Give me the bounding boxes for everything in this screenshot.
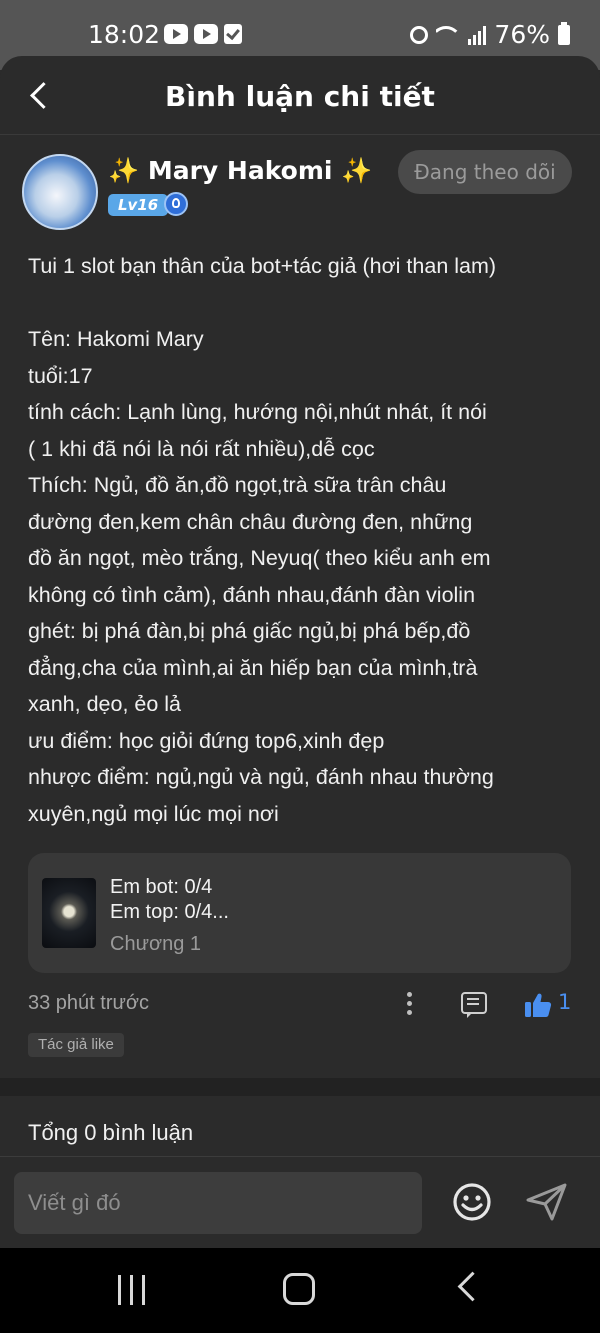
comment-meta: 33 phút trước 1 — [28, 986, 573, 1026]
chapter-card[interactable]: Em bot: 0/4 Em top: 0/4... Chương 1 — [28, 853, 571, 973]
more-icon[interactable] — [406, 992, 414, 1018]
status-time: 18:02 — [88, 20, 161, 49]
notification-icons — [164, 24, 242, 44]
checkbox-icon — [224, 24, 242, 44]
like-count: 1 — [558, 990, 572, 1014]
follow-button[interactable]: Đang theo dõi — [398, 150, 572, 194]
wifi-icon — [436, 24, 461, 46]
youtube-icon — [194, 24, 218, 44]
system-icons: 76% — [410, 20, 570, 49]
level-badge: Lv16 — [108, 194, 169, 216]
emoji-icon[interactable] — [452, 1182, 492, 1222]
total-comments: Tổng 0 bình luận — [28, 1120, 194, 1145]
comment-input[interactable] — [14, 1172, 422, 1234]
chapter-name: Chương 1 — [110, 933, 201, 955]
author-row: ✨ Mary Hakomi ✨ Lv16 Đang theo dõi — [22, 150, 578, 234]
battery-icon — [558, 21, 570, 45]
author-liked-badge: Tác giả like — [28, 1033, 124, 1057]
chapter-line-2: Em top: 0/4... — [110, 901, 229, 923]
page-title: Bình luận chi tiết — [165, 80, 435, 113]
like-button[interactable]: 1 — [524, 988, 584, 1022]
system-nav-bar — [0, 1248, 600, 1333]
chapter-line-1: Em bot: 0/4 — [110, 876, 213, 898]
send-icon[interactable] — [525, 1182, 569, 1222]
divider — [0, 1156, 600, 1157]
timestamp: 33 phút trước — [28, 992, 150, 1014]
author-name[interactable]: ✨ Mary Hakomi ✨ — [108, 156, 372, 186]
header: Bình luận chi tiết — [0, 56, 600, 135]
verified-icon — [164, 192, 188, 216]
home-icon[interactable] — [283, 1273, 315, 1305]
reply-icon[interactable] — [461, 992, 487, 1018]
like-icon — [525, 993, 552, 1017]
section-divider — [0, 1078, 600, 1096]
comment-detail-panel: Bình luận chi tiết ✨ Mary Hakomi ✨ Lv16 … — [0, 56, 600, 1248]
signal-icon — [468, 25, 487, 45]
youtube-icon — [164, 24, 188, 44]
comment-text: Tui 1 slot bạn thân của bot+tác giả (hơi… — [28, 254, 497, 826]
battery-level: 76% — [494, 20, 550, 49]
avatar[interactable] — [22, 154, 98, 230]
recents-icon[interactable] — [118, 1275, 146, 1305]
nav-back-icon[interactable] — [457, 1271, 488, 1302]
chapter-thumbnail — [42, 878, 96, 948]
alarm-icon — [410, 25, 429, 44]
